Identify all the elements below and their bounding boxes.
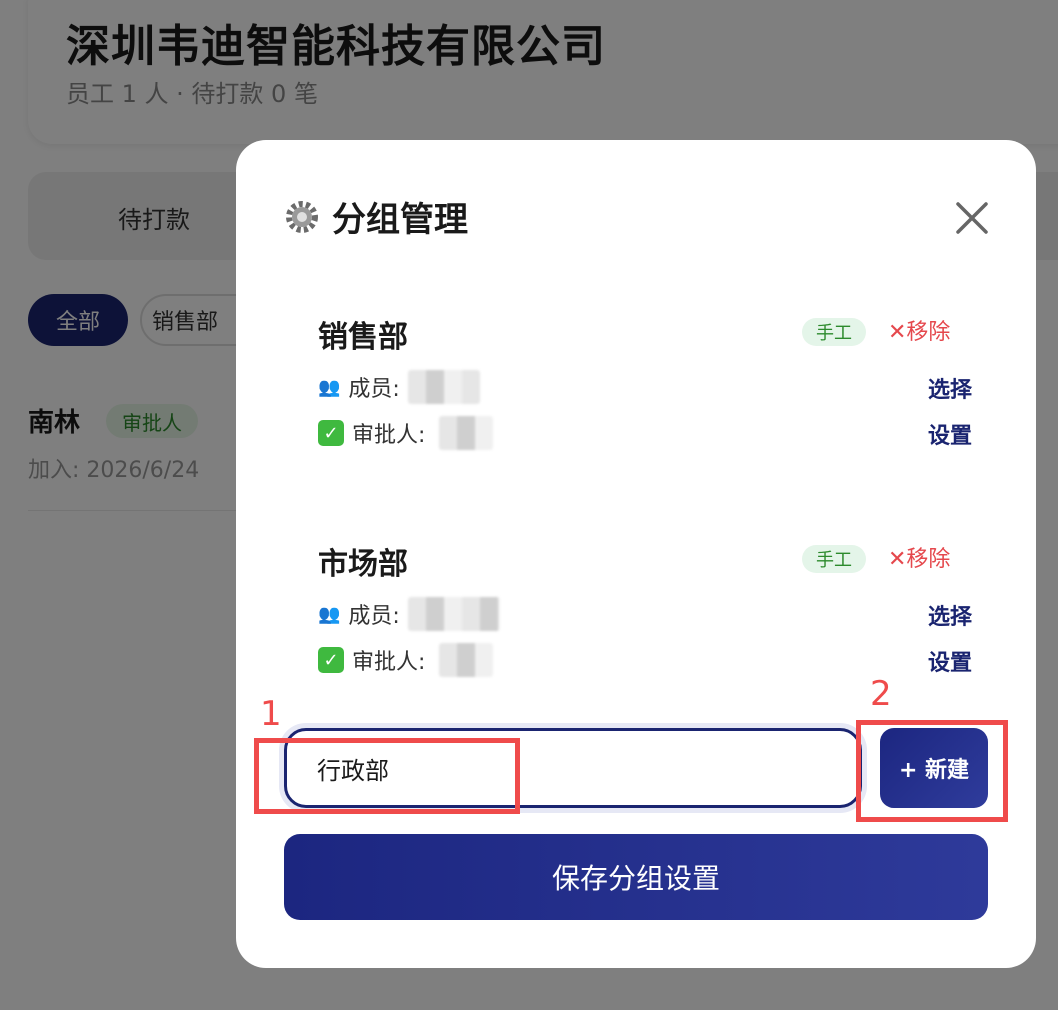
gear-icon bbox=[286, 200, 318, 233]
check-icon: ✓ bbox=[318, 647, 344, 673]
select-members-button[interactable]: 选择 bbox=[928, 372, 972, 404]
set-approver-button[interactable]: 设置 bbox=[928, 418, 972, 450]
approver-label: 审批人: bbox=[352, 423, 426, 448]
members-row: 👥 成员: bbox=[318, 370, 480, 404]
members-redacted bbox=[407, 597, 500, 631]
members-label: 成员: bbox=[348, 604, 400, 629]
annotation-number-2: 2 bbox=[870, 674, 892, 714]
set-approver-button[interactable]: 设置 bbox=[928, 645, 972, 677]
manual-tag: 手工 bbox=[802, 545, 866, 573]
save-group-settings-button[interactable]: 保存分组设置 bbox=[284, 834, 988, 920]
group-management-modal: 分组管理 销售部 手工 ✕移除 👥 成员: 选择 ✓ 审批人: 设置 市场部 手… bbox=[236, 140, 1036, 968]
members-row: 👥 成员: bbox=[318, 597, 500, 631]
members-icon: 👥 bbox=[318, 603, 341, 625]
approver-row: ✓ 审批人: bbox=[318, 643, 494, 677]
modal-header: 分组管理 bbox=[284, 192, 468, 241]
members-label: 成员: bbox=[348, 377, 400, 402]
members-redacted bbox=[407, 370, 480, 404]
approver-redacted bbox=[439, 643, 494, 677]
group-name: 市场部 bbox=[318, 547, 408, 582]
approver-label: 审批人: bbox=[352, 650, 426, 675]
manual-tag: 手工 bbox=[802, 318, 866, 346]
annotation-box-2 bbox=[856, 720, 1008, 822]
group-name: 销售部 bbox=[318, 320, 408, 355]
approver-redacted bbox=[439, 416, 494, 450]
check-icon: ✓ bbox=[318, 420, 344, 446]
remove-group-button[interactable]: ✕移除 bbox=[888, 314, 950, 346]
select-members-button[interactable]: 选择 bbox=[928, 599, 972, 631]
approver-row: ✓ 审批人: bbox=[318, 416, 494, 450]
close-icon[interactable] bbox=[950, 196, 994, 240]
remove-group-button[interactable]: ✕移除 bbox=[888, 541, 950, 573]
annotation-box-1 bbox=[254, 738, 520, 814]
members-icon: 👥 bbox=[318, 376, 341, 398]
modal-title: 分组管理 bbox=[332, 200, 468, 240]
annotation-number-1: 1 bbox=[260, 694, 282, 734]
